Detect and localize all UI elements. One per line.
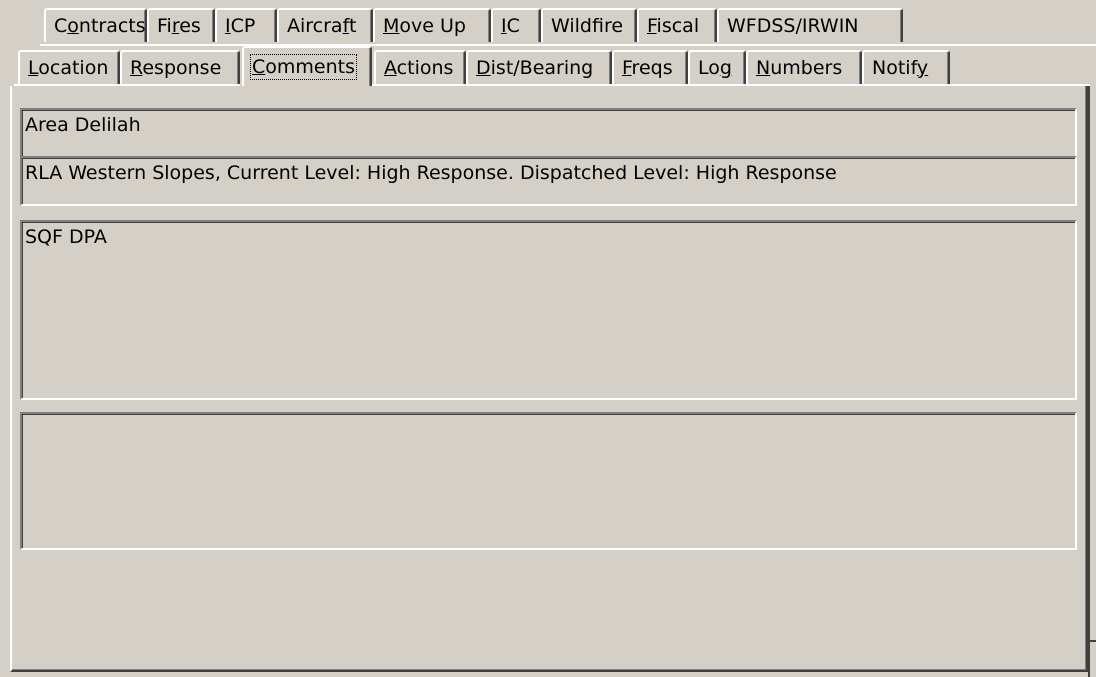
tab-aircraft[interactable]: Aircraft <box>277 8 373 42</box>
tab-freqs[interactable]: Freqs <box>612 50 688 84</box>
window-right-stub <box>1090 640 1096 642</box>
tab-numbers[interactable]: Numbers <box>746 50 862 84</box>
tab-dist-bearing[interactable]: Dist/Bearing <box>466 50 612 84</box>
tab-notify[interactable]: Notify <box>862 50 950 84</box>
tab-move-up[interactable]: Move Up <box>373 8 491 42</box>
notes-textarea[interactable] <box>20 412 1077 550</box>
tab-row-bottom-divider-left <box>14 84 240 86</box>
tab-log[interactable]: Log <box>688 50 746 84</box>
area-field[interactable]: Area Delilah <box>20 108 1077 158</box>
window-right-edge <box>1088 86 1090 677</box>
tab-fires[interactable]: Fires <box>147 8 215 42</box>
tab-row-top-divider <box>40 44 1096 46</box>
tab-response[interactable]: Response <box>120 50 240 84</box>
rla-field[interactable]: RLA Western Slopes, Current Level: High … <box>20 156 1077 206</box>
tab-ic[interactable]: IC <box>491 8 541 42</box>
tab-row-bottom-divider-right <box>372 84 1090 86</box>
comments-textarea[interactable]: SQF DPA <box>20 220 1077 400</box>
tab-location[interactable]: Location <box>18 50 120 84</box>
tab-actions[interactable]: Actions <box>374 50 466 84</box>
tab-icp[interactable]: ICP <box>215 8 277 42</box>
tab-wildfire[interactable]: Wildfire <box>541 8 637 42</box>
comments-window: Contracts Fires ICP Aircraft Move Up IC … <box>0 0 1096 677</box>
tab-fiscal[interactable]: Fiscal <box>637 8 717 42</box>
tab-contracts[interactable]: Contracts <box>44 8 147 42</box>
tab-comments[interactable]: Comments <box>242 46 372 86</box>
tab-wfdss-irwin[interactable]: WFDSS/IRWIN <box>717 8 903 42</box>
